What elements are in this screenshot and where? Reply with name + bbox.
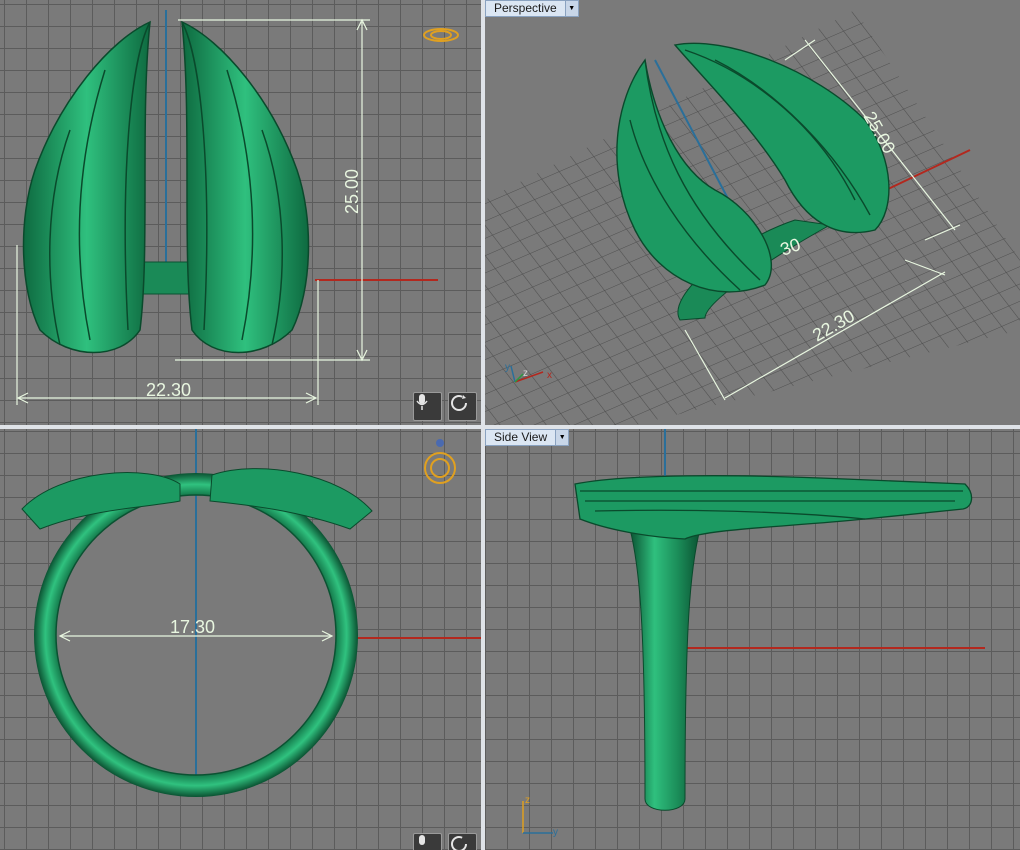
right-wing [181, 20, 310, 354]
axis-y-label: y [553, 827, 558, 838]
microphone-button[interactable] [413, 392, 442, 421]
rotate-button[interactable] [448, 392, 477, 421]
side-view-label: Side View [494, 430, 548, 444]
side-wing [574, 475, 973, 540]
height-dimension-label: 25.00 [342, 169, 362, 214]
dropdown-arrow-icon[interactable]: ▼ [564, 1, 578, 16]
side-view-menu[interactable]: Side View ▼ [485, 429, 570, 446]
left-wing [22, 20, 151, 354]
view-gizmo [424, 439, 456, 484]
axis-z-label: z [525, 795, 530, 806]
axis-x-label: x [547, 370, 552, 381]
width-dimension-label: 22.30 [146, 380, 191, 400]
axis-z-label: z [523, 368, 528, 379]
perspective-view-menu[interactable]: Perspective ▼ [485, 0, 579, 17]
rotate-button[interactable] [448, 833, 477, 850]
perspective-view-canvas: 25.00 22.30 30 x y z [485, 10, 1020, 425]
perspective-view-label: Perspective [494, 1, 557, 15]
microphone-icon [416, 394, 428, 410]
top-view-canvas: 25.00 22.30 [16, 10, 459, 405]
rotate-icon [451, 395, 467, 411]
top-viewport[interactable]: 25.00 22.30 [0, 0, 481, 425]
front-viewport[interactable]: 17.30 [0, 429, 481, 850]
view-gizmo [423, 28, 459, 42]
rotate-icon [451, 836, 467, 850]
dropdown-arrow-icon[interactable]: ▼ [555, 430, 569, 445]
microphone-button[interactable] [413, 833, 442, 850]
diameter-dimension-label: 17.30 [170, 617, 215, 637]
side-viewport[interactable]: z y Side View ▼ [485, 429, 1020, 850]
axis-triad: z y [522, 795, 558, 838]
front-view-canvas: 17.30 [21, 429, 481, 797]
ring-shank [629, 528, 701, 811]
microphone-icon [419, 835, 425, 845]
perspective-viewport[interactable]: 25.00 22.30 30 x y z Perspective ▼ [485, 0, 1020, 425]
axis-y-label: y [505, 362, 510, 373]
side-view-canvas: z y [522, 429, 985, 838]
